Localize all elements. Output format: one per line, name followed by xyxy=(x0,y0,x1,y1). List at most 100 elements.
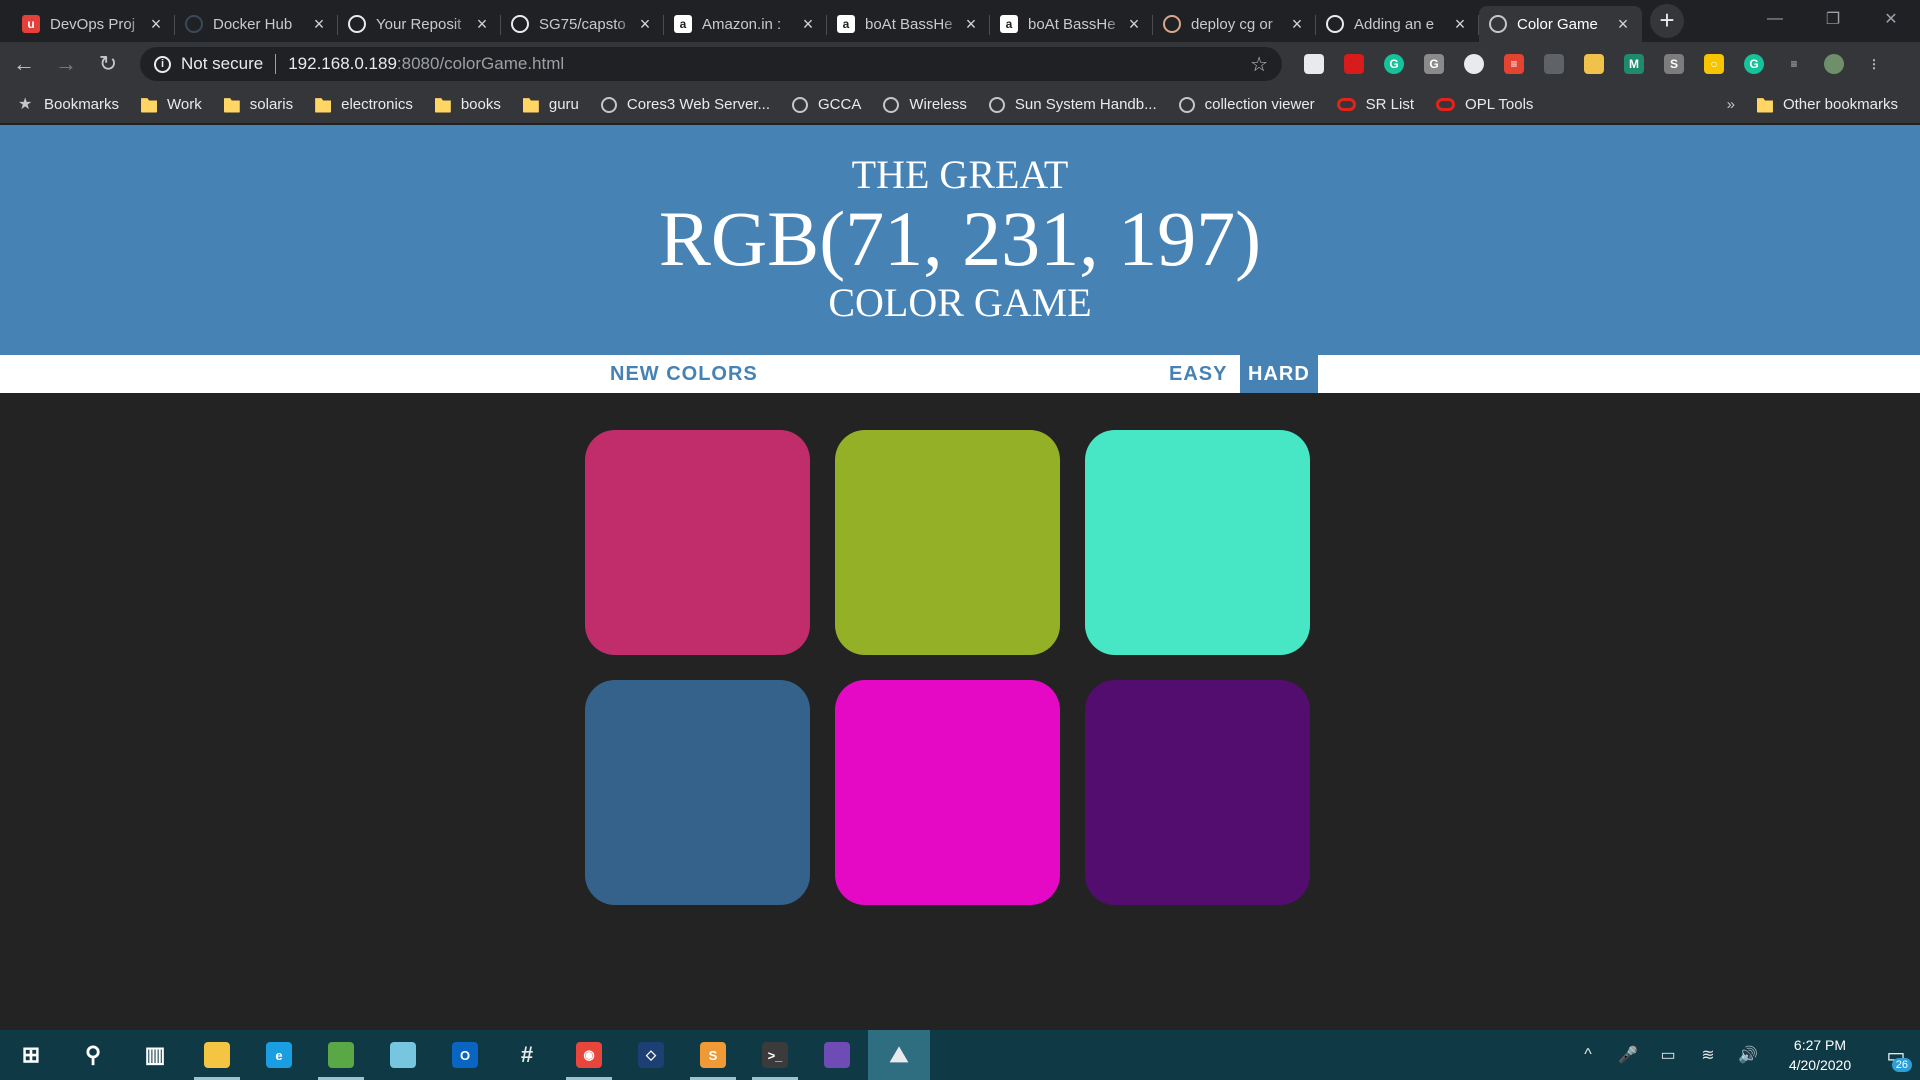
bookmark-item[interactable]: Work xyxy=(141,96,202,113)
tab-list: u DevOps Proj × Docker Hub × Your Reposit × SG7… xyxy=(12,6,1642,42)
tab-close-icon[interactable]: × xyxy=(1125,14,1143,35)
shield-ext-icon[interactable] xyxy=(1304,54,1324,74)
bookmark-label: electronics xyxy=(341,96,413,113)
reload-button[interactable]: ↻ xyxy=(90,46,126,82)
browser-tab[interactable]: Adding an e × xyxy=(1316,6,1479,42)
tab-close-icon[interactable]: × xyxy=(799,14,817,35)
search-taskbar-button[interactable]: ⚲ xyxy=(62,1030,124,1080)
bookmarks-overflow-chevron[interactable]: » xyxy=(1727,96,1735,113)
tab-close-icon[interactable]: × xyxy=(1614,14,1632,35)
m-ext-icon[interactable]: M xyxy=(1624,54,1644,74)
color-square[interactable] xyxy=(835,680,1060,905)
new-colors-button[interactable]: NEW COLORS xyxy=(602,355,766,393)
browser-tab[interactable]: a boAt BassHe × xyxy=(990,6,1153,42)
bookmark-item[interactable]: Wireless xyxy=(883,96,967,113)
color-square[interactable] xyxy=(835,430,1060,655)
easy-mode-button[interactable]: EASY xyxy=(1161,355,1235,393)
bookmarks-bar: ★ Bookmarks Work solaris electronics books gur… xyxy=(0,86,1920,124)
browser-tab[interactable]: SG75/capsto × xyxy=(501,6,664,42)
color-square[interactable] xyxy=(1085,430,1310,655)
bookmark-label: Work xyxy=(167,96,202,113)
new-tab-button[interactable]: + xyxy=(1650,4,1684,38)
gray-ext-icon[interactable] xyxy=(1544,54,1564,74)
tab-close-icon[interactable]: × xyxy=(636,14,654,35)
browser-tab[interactable]: deploy cg or × xyxy=(1153,6,1316,42)
g-ext-icon[interactable]: G xyxy=(1424,54,1444,74)
task-view-taskbar-button[interactable]: ▥ xyxy=(124,1030,186,1080)
clock[interactable]: 6:27 PM 4/20/2020 xyxy=(1776,1035,1864,1075)
browser-tab[interactable]: a Amazon.in : × xyxy=(664,6,827,42)
menu-kebab-icon[interactable]: ⋮ xyxy=(1864,54,1884,74)
bookmark-item[interactable]: OPL Tools xyxy=(1436,96,1533,113)
red-warning-ext-icon[interactable] xyxy=(1344,54,1364,74)
forward-button[interactable]: → xyxy=(48,46,84,82)
bookmark-item[interactable]: Sun System Handb... xyxy=(988,96,1157,113)
other-bookmarks-folder[interactable]: Other bookmarks xyxy=(1756,96,1898,113)
back-button[interactable]: ← xyxy=(6,46,42,82)
s-ext-icon[interactable]: S xyxy=(1664,54,1684,74)
virtualbox-icon: ◇ xyxy=(638,1042,664,1068)
microphone-icon[interactable]: 🎤 xyxy=(1608,1045,1648,1065)
circle-ext-icon[interactable] xyxy=(1464,54,1484,74)
battery-icon[interactable]: ▭ xyxy=(1648,1045,1688,1065)
tray-overflow-chevron-icon[interactable]: ^ xyxy=(1568,1046,1608,1064)
browser-tab[interactable]: Color Game × xyxy=(1479,6,1642,42)
todoist-ext-icon[interactable]: ≡ xyxy=(1504,54,1524,74)
browser-tab[interactable]: Your Reposit × xyxy=(338,6,501,42)
devops-icon: u xyxy=(22,15,40,33)
edge-taskbar-button[interactable]: e xyxy=(248,1030,310,1080)
bookmark-item[interactable]: books xyxy=(434,96,501,113)
bookmark-item[interactable]: SR List xyxy=(1336,96,1414,113)
chrome-taskbar-button[interactable]: ◉ xyxy=(558,1030,620,1080)
notepad-taskbar-button[interactable] xyxy=(372,1030,434,1080)
color-square[interactable] xyxy=(1085,680,1310,905)
browser-tab[interactable]: Docker Hub × xyxy=(175,6,338,42)
color-square[interactable] xyxy=(585,430,810,655)
bookmark-item[interactable]: solaris xyxy=(223,96,293,113)
color-squares-grid xyxy=(585,430,1335,930)
bookmark-item[interactable]: ★ Bookmarks xyxy=(18,96,119,113)
wifi-icon[interactable]: ≋ xyxy=(1688,1045,1728,1065)
profile-avatar-icon[interactable] xyxy=(1824,54,1844,74)
virtualbox-taskbar-button[interactable]: ◇ xyxy=(620,1030,682,1080)
bulb-ext-icon[interactable]: ○ xyxy=(1704,54,1724,74)
github-icon xyxy=(511,15,529,33)
slack-taskbar-button[interactable]: # xyxy=(496,1030,558,1080)
bookmark-item[interactable]: electronics xyxy=(315,96,413,113)
tab-close-icon[interactable]: × xyxy=(1288,14,1306,35)
grammarly-badge-ext-icon[interactable]: G xyxy=(1744,54,1764,74)
tab-close-icon[interactable]: × xyxy=(962,14,980,35)
tab-close-icon[interactable]: × xyxy=(147,14,165,35)
bookmark-item[interactable]: Cores3 Web Server... xyxy=(600,96,770,113)
terminal-taskbar-button[interactable]: >_ xyxy=(744,1030,806,1080)
color-square[interactable] xyxy=(585,680,810,905)
reading-list-icon[interactable]: ≡ xyxy=(1784,54,1804,74)
folder-icon xyxy=(141,98,158,113)
close-window-button[interactable]: ✕ xyxy=(1862,0,1920,38)
tab-close-icon[interactable]: × xyxy=(473,14,491,35)
address-bar[interactable]: i Not secure 192.168.0.189:8080/colorGam… xyxy=(140,47,1282,81)
note-ext-icon[interactable] xyxy=(1584,54,1604,74)
hard-mode-button[interactable]: HARD xyxy=(1240,355,1318,393)
file-explorer-taskbar-button[interactable] xyxy=(186,1030,248,1080)
windows-start-taskbar-button[interactable]: ⊞ xyxy=(0,1030,62,1080)
browser-tab[interactable]: u DevOps Proj × xyxy=(12,6,175,42)
bookmark-item[interactable]: collection viewer xyxy=(1178,96,1315,113)
image-viewer-taskbar-button[interactable] xyxy=(310,1030,372,1080)
site-info-icon[interactable]: i xyxy=(154,55,171,73)
bookmark-star-icon[interactable]: ☆ xyxy=(1250,52,1268,77)
grammarly-ext-icon[interactable]: G xyxy=(1384,54,1404,74)
volume-icon[interactable]: 🔊 xyxy=(1728,1045,1768,1065)
browser-tab[interactable]: a boAt BassHe × xyxy=(827,6,990,42)
outlook-taskbar-button[interactable]: O xyxy=(434,1030,496,1080)
tab-close-icon[interactable]: × xyxy=(1451,14,1469,35)
action-center-button[interactable]: ▭ 26 xyxy=(1872,1030,1920,1080)
photos-taskbar-button[interactable]: ⛰ xyxy=(868,1030,930,1080)
tab-close-icon[interactable]: × xyxy=(310,14,328,35)
bookmark-item[interactable]: guru xyxy=(522,96,579,113)
bookmark-item[interactable]: GCCA xyxy=(792,96,861,113)
sublime-text-taskbar-button[interactable]: S xyxy=(682,1030,744,1080)
minimize-button[interactable]: — xyxy=(1746,0,1804,38)
github-desktop-taskbar-button[interactable] xyxy=(806,1030,868,1080)
restore-button[interactable]: ❐ xyxy=(1804,0,1862,38)
